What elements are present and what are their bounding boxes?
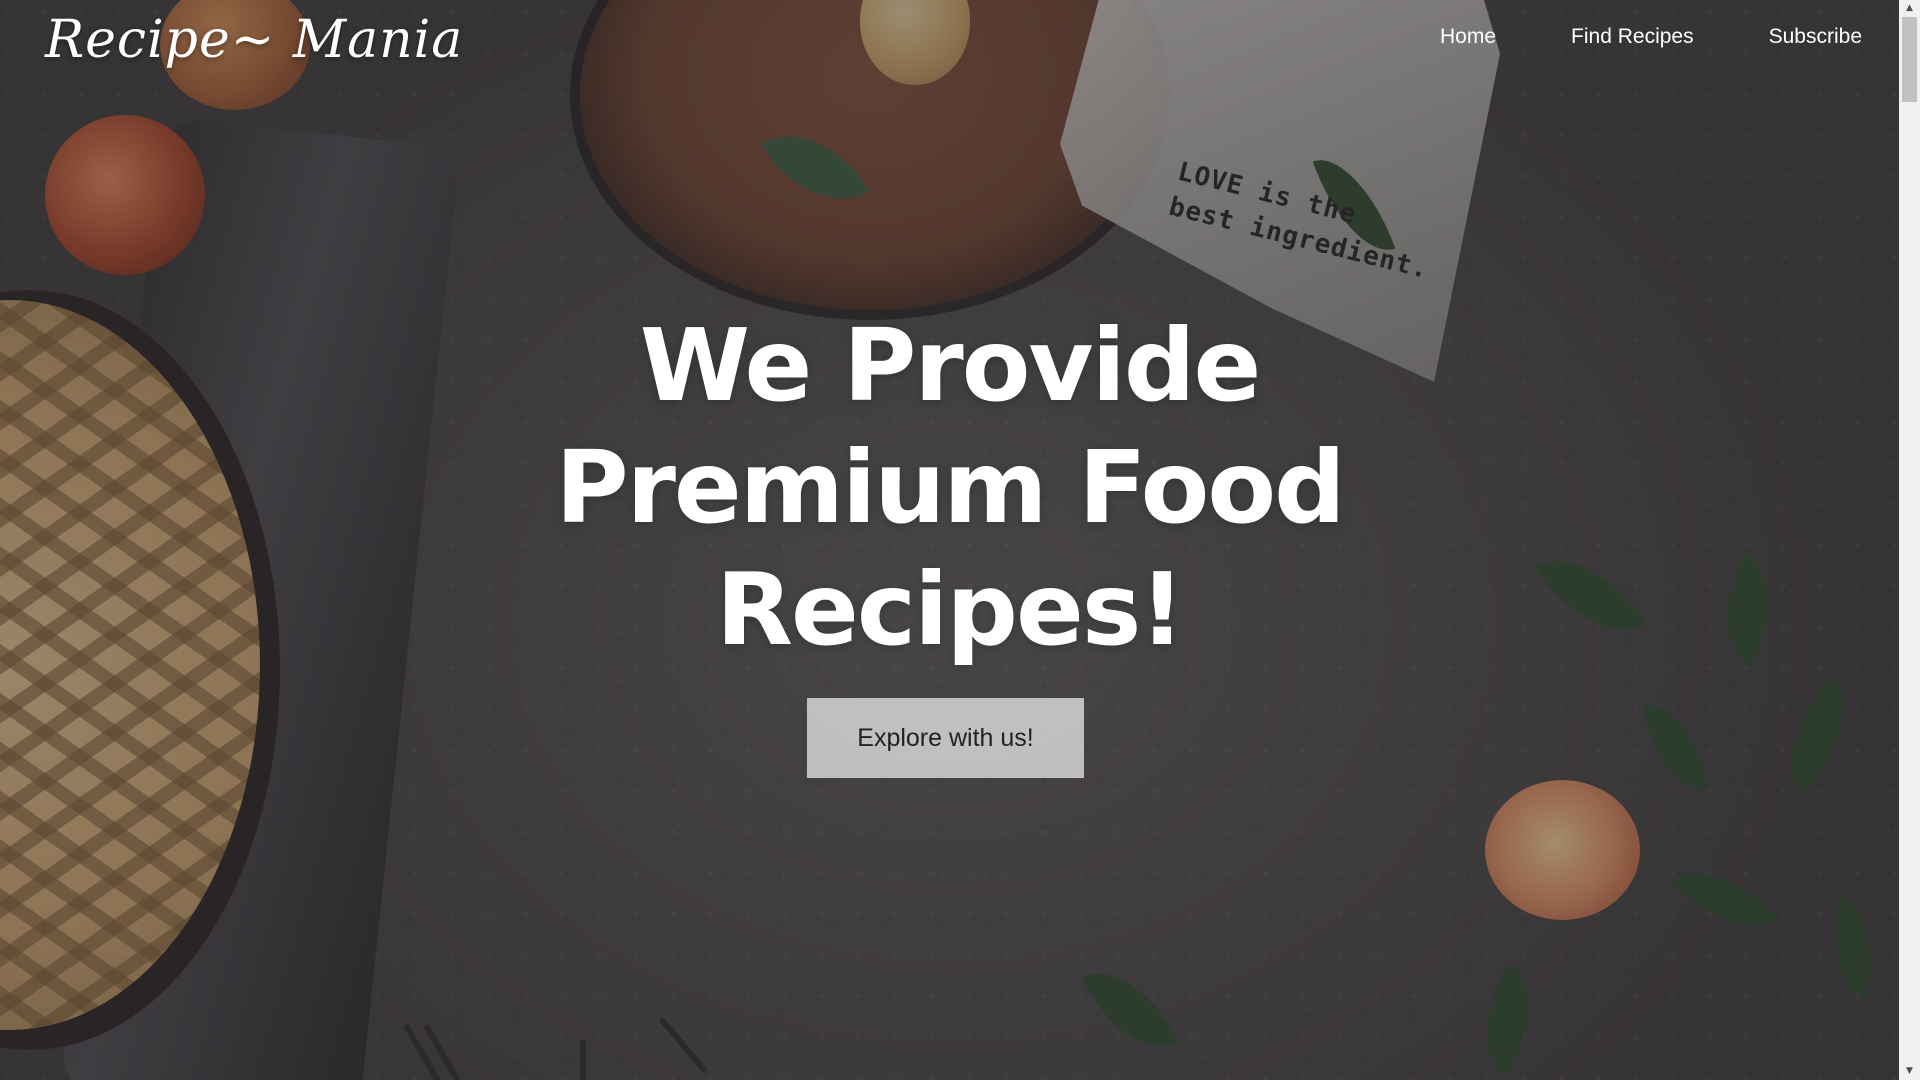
hero-section: We Provide Premium Food Recipes! (0, 305, 1899, 671)
leaf-image (1458, 962, 1557, 1078)
landing-page: LOVE is the best ingredient. Recipe~ Man… (0, 0, 1899, 1080)
leaf-image (1081, 952, 1179, 1068)
apple-image (860, 0, 970, 85)
apple-image (45, 115, 205, 275)
fork-image (580, 1040, 586, 1080)
leaf-image (1642, 696, 1708, 799)
leaf-image (1822, 896, 1883, 999)
site-logo[interactable]: Recipe~ Mania (45, 10, 463, 70)
leaf-image (1312, 145, 1396, 265)
explore-button[interactable]: Explore with us! (807, 698, 1084, 778)
apple-image (1485, 780, 1640, 920)
scroll-thumb[interactable] (1902, 17, 1917, 102)
plate-rim-image (570, 0, 1170, 320)
leaf-image (760, 108, 870, 227)
leaf-image (1761, 675, 1874, 795)
hero-heading: We Provide Premium Food Recipes! (555, 307, 1345, 668)
main-nav: Home Find Recipes Subscribe (1440, 22, 1862, 52)
vertical-scrollbar[interactable]: ▲ ▼ (1899, 0, 1920, 1080)
scroll-down-arrow-icon[interactable]: ▼ (1899, 1063, 1920, 1080)
leaf-image (1671, 846, 1779, 954)
nav-subscribe[interactable]: Subscribe (1769, 22, 1862, 52)
plate-image (580, 0, 1160, 310)
nav-find-recipes[interactable]: Find Recipes (1571, 22, 1694, 52)
fork-image (658, 1016, 708, 1074)
napkin-print-text: LOVE is the best ingredient. (1165, 156, 1432, 286)
nav-home[interactable]: Home (1440, 22, 1496, 52)
scroll-up-arrow-icon[interactable]: ▲ (1899, 0, 1920, 17)
